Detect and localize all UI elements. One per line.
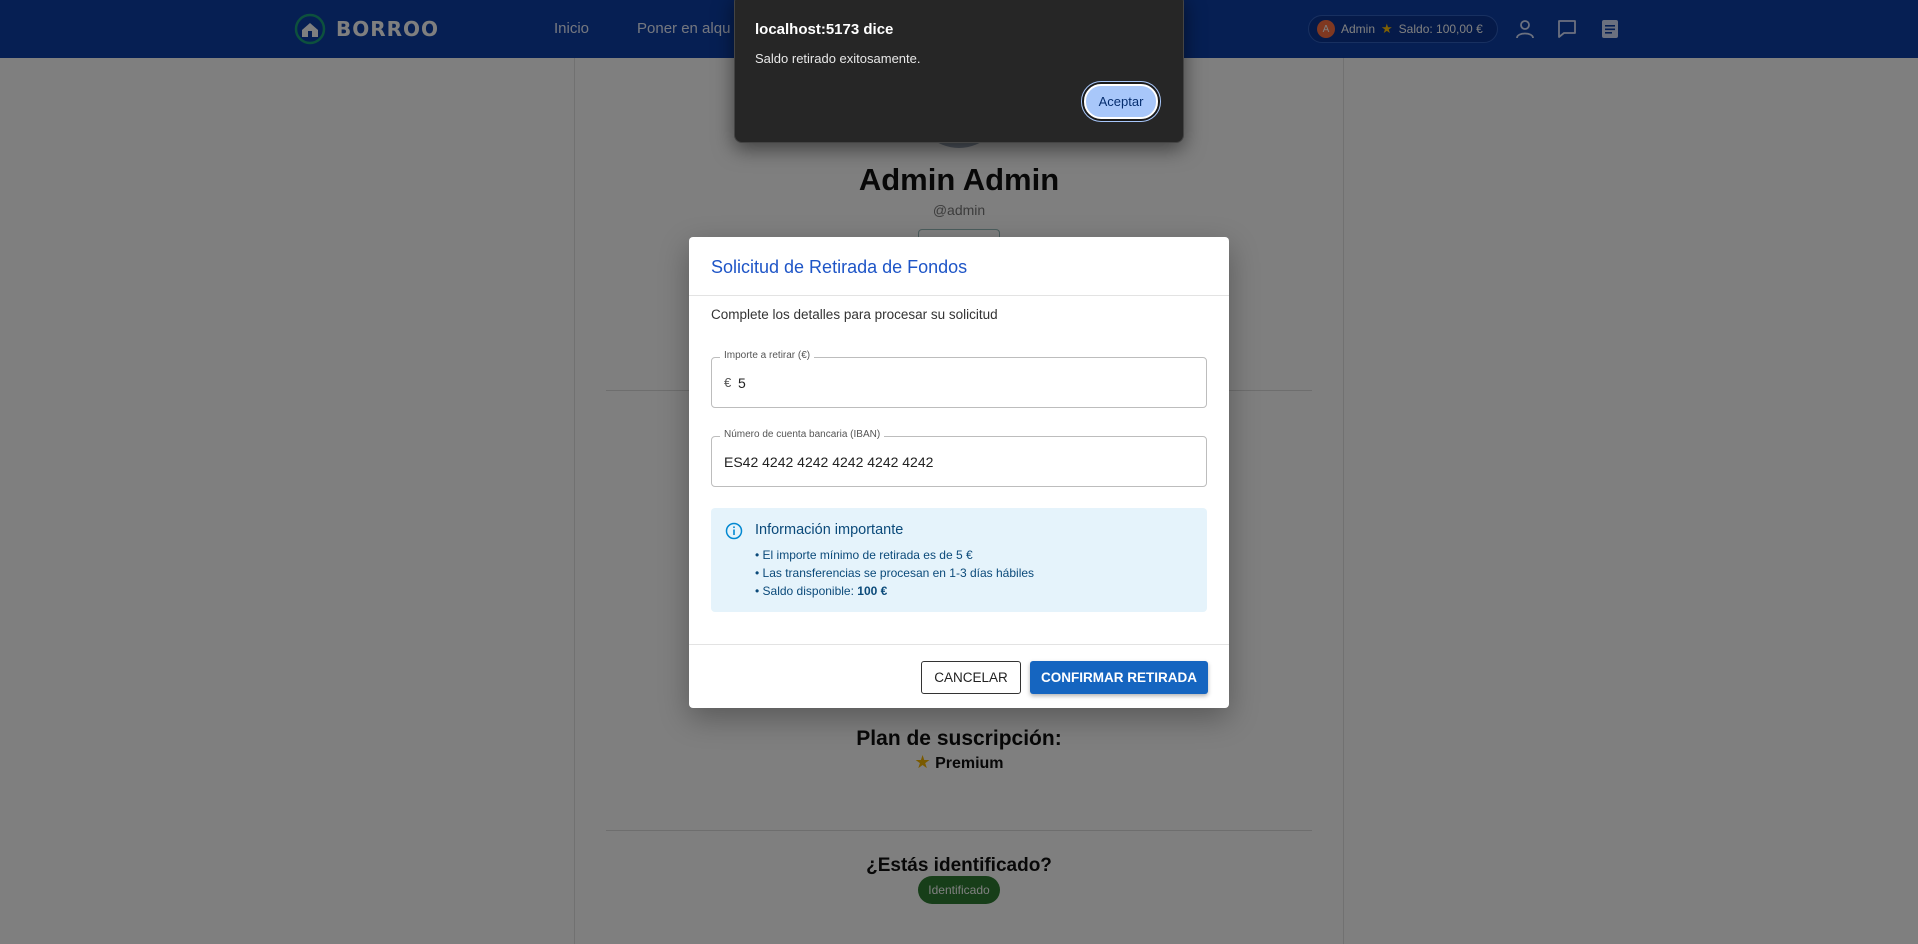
alert-ok-button[interactable]: Aceptar: [1084, 84, 1158, 119]
dialog-divider: [689, 295, 1229, 296]
alert-message: Saldo retirado exitosamente.: [755, 51, 921, 66]
amount-input[interactable]: [738, 358, 1198, 407]
info-available-balance: • Saldo disponible: 100 €: [755, 584, 887, 598]
iban-input[interactable]: [724, 437, 1198, 486]
confirm-withdraw-button[interactable]: CONFIRMAR RETIRADA: [1030, 661, 1208, 694]
amount-field: Importe a retirar (€) €: [711, 350, 1207, 408]
dialog-subtitle: Complete los detalles para procesar su s…: [711, 307, 998, 322]
info-alert: Información importante • El importe míni…: [711, 508, 1207, 612]
browser-alert-dialog: localhost:5173 dice Saldo retirado exito…: [734, 0, 1184, 143]
info-processing-time: • Las transferencias se procesan en 1-3 …: [755, 566, 1035, 580]
available-balance-label: • Saldo disponible:: [755, 584, 858, 598]
info-min-amount: • El importe mínimo de retirada es de 5 …: [755, 548, 973, 562]
info-icon: [725, 522, 743, 540]
cancel-button[interactable]: CANCELAR: [921, 661, 1021, 694]
alert-origin: localhost:5173 dice: [755, 21, 894, 38]
euro-prefix: €: [724, 375, 732, 390]
dialog-title: Solicitud de Retirada de Fondos: [711, 257, 968, 277]
info-title: Información importante: [755, 522, 904, 538]
iban-field: Número de cuenta bancaria (IBAN): [711, 429, 1207, 487]
dialog-divider: [689, 644, 1229, 645]
withdraw-dialog: Solicitud de Retirada de Fondos Complete…: [689, 237, 1229, 708]
available-balance-value: 100 €: [857, 584, 888, 598]
